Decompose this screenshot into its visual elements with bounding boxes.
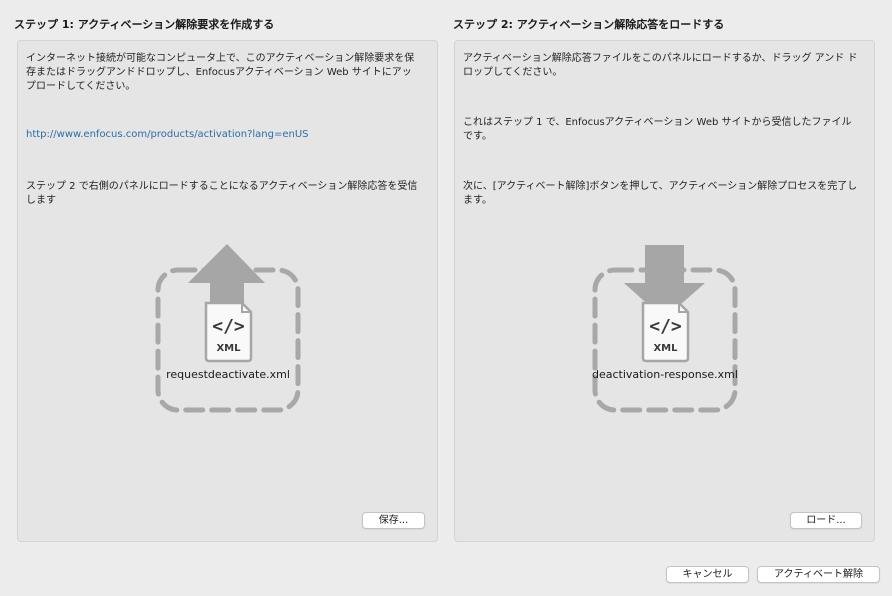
activation-link[interactable]: http://www.enfocus.com/products/activati… bbox=[26, 128, 426, 142]
file-origin-note: これはステップ 1 で、Enfocusアクティベーション Web サイトから受信… bbox=[463, 117, 852, 142]
next-step-note: 次に、[アクティベート解除]ボタンを押して、アクティベーション解除プロセスを完了… bbox=[463, 181, 858, 206]
response-file-name: deactivation-response.xml bbox=[592, 368, 738, 381]
load-instructions: アクティベーション解除応答ファイルをこのパネルにロードするか、ドラッグ アンド … bbox=[463, 53, 858, 78]
xml-file-icon[interactable]: </> XML bbox=[155, 267, 301, 413]
response-note: ステップ 2 で右側のパネルにロードすることになるアクティベーション解除応答を受… bbox=[26, 181, 418, 206]
code-glyph: </> bbox=[649, 316, 682, 337]
response-drop-zone[interactable]: </> XML deactivation-response.xml bbox=[592, 245, 738, 413]
request-file-name: requestdeactivate.xml bbox=[166, 368, 290, 381]
deactivate-button[interactable]: アクティベート解除 bbox=[757, 566, 880, 583]
code-glyph: </> bbox=[212, 316, 245, 337]
xml-label: XML bbox=[653, 343, 678, 354]
response-panel[interactable]: アクティベーション解除応答ファイルをこのパネルにロードするか、ドラッグ アンド … bbox=[454, 40, 875, 542]
xml-label: XML bbox=[216, 343, 241, 354]
xml-file-icon[interactable]: </> XML bbox=[592, 267, 738, 413]
cancel-button[interactable]: キャンセル bbox=[666, 566, 749, 583]
save-button[interactable]: 保存... bbox=[362, 512, 425, 529]
step2-title: ステップ 2: アクティベーション解除応答をロードする bbox=[453, 18, 725, 31]
request-panel[interactable]: インターネット接続が可能なコンピュータ上で、このアクティベーション解除要求を保 … bbox=[17, 40, 438, 542]
load-button[interactable]: ロード... bbox=[790, 512, 862, 529]
step1-title: ステップ 1: アクティベーション解除要求を作成する bbox=[14, 18, 275, 31]
request-drop-zone[interactable]: </> XML requestdeactivate.xml bbox=[155, 244, 301, 413]
request-instructions: インターネット接続が可能なコンピュータ上で、このアクティベーション解除要求を保 … bbox=[26, 53, 415, 92]
